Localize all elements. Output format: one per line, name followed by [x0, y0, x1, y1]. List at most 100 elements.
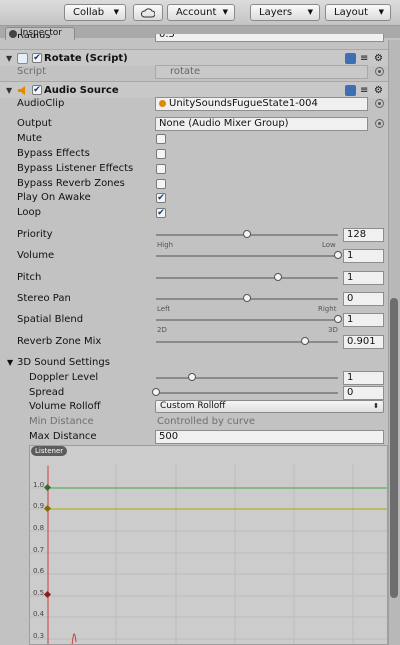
- volume-rolloff-dropdown[interactable]: Custom Rolloff ⬍: [155, 400, 384, 413]
- play-on-awake-checkbox[interactable]: ✔: [156, 193, 166, 203]
- collab-label: Collab: [73, 7, 105, 18]
- output-field[interactable]: None (Audio Mixer Group): [155, 117, 368, 131]
- doppler-row: Doppler Level 1: [0, 370, 388, 385]
- play-on-awake-row: Play On Awake ✔: [0, 190, 388, 205]
- layout-dropdown[interactable]: Layout ▼: [325, 4, 391, 21]
- y-tick-label: 0.5: [33, 589, 45, 597]
- foldout-arrow-icon[interactable]: ▼: [7, 355, 13, 370]
- radius-row: Radius 0.5: [0, 34, 388, 44]
- volume-field[interactable]: 1: [343, 249, 384, 263]
- bypass-reverb-label: Bypass Reverb Zones: [17, 178, 125, 189]
- bypass-listener-checkbox[interactable]: [156, 164, 166, 174]
- chevron-down-icon: ▼: [378, 8, 384, 16]
- account-dropdown[interactable]: Account ▼: [167, 4, 235, 21]
- object-picker-icon[interactable]: [375, 99, 384, 108]
- spread-slider[interactable]: [156, 392, 338, 394]
- object-picker-icon[interactable]: [375, 67, 384, 76]
- layers-dropdown[interactable]: Layers ▼: [250, 4, 320, 21]
- stereo-pan-slider-knob[interactable]: [243, 294, 251, 302]
- priority-slider-knob[interactable]: [243, 230, 251, 238]
- mute-checkbox[interactable]: [156, 134, 166, 144]
- radius-label: Radius: [17, 34, 51, 41]
- output-label: Output: [17, 118, 52, 129]
- script-value: rotate: [170, 66, 201, 77]
- listener-legend: Listener: [31, 446, 68, 456]
- spatial-blend-slider-knob[interactable]: [334, 315, 342, 323]
- max-distance-row: Max Distance 500: [0, 429, 388, 444]
- audioclip-label: AudioClip: [17, 98, 65, 109]
- main-toolbar: Collab ▼ Account ▼ Layers ▼ Layout ▼: [0, 0, 400, 26]
- cloud-button[interactable]: [133, 4, 163, 21]
- y-tick-label: 0.8: [33, 524, 45, 532]
- y-tick-label: 1.0: [33, 481, 45, 489]
- chevron-updown-icon: ⬍: [373, 402, 379, 410]
- pitch-slider[interactable]: [156, 277, 338, 279]
- scrollbar-thumb[interactable]: [390, 298, 398, 598]
- speaker-icon: [18, 86, 25, 95]
- reverb-zone-mix-slider-knob[interactable]: [301, 337, 310, 345]
- bypass-reverb-checkbox[interactable]: [156, 179, 166, 189]
- reverb-zone-mix-row: Reverb Zone Mix 0.901: [0, 334, 388, 349]
- spatial-blend-field[interactable]: 1: [343, 313, 384, 327]
- max-distance-label: Max Distance: [29, 431, 97, 442]
- spread-slider-knob[interactable]: [152, 388, 160, 396]
- layout-label: Layout: [334, 7, 368, 18]
- bypass-listener-row: Bypass Listener Effects: [0, 161, 388, 176]
- sound3d-foldout[interactable]: ▼ 3D Sound Settings: [0, 355, 388, 370]
- script-icon: [17, 53, 28, 64]
- rolloff-curve-graph[interactable]: [29, 445, 388, 645]
- account-label: Account: [176, 7, 217, 18]
- volume-row: Volume 1: [0, 248, 388, 263]
- min-distance-row: Min Distance Controlled by curve: [0, 414, 388, 429]
- audio-source-enabled-checkbox[interactable]: ✔: [32, 85, 42, 95]
- inspector-scrollbar[interactable]: [388, 40, 400, 645]
- loop-label: Loop: [17, 207, 41, 218]
- pitch-slider-knob[interactable]: [273, 273, 282, 281]
- bypass-listener-label: Bypass Listener Effects: [17, 163, 134, 174]
- bypass-effects-checkbox[interactable]: [156, 149, 166, 159]
- help-icon[interactable]: [345, 85, 356, 96]
- stereo-pan-label: Stereo Pan: [17, 293, 71, 304]
- reverb-zone-mix-slider[interactable]: [156, 341, 338, 343]
- loop-row: Loop ✔: [0, 205, 388, 220]
- audio-clip-icon: [159, 100, 166, 107]
- spatial-blend-slider[interactable]: [156, 319, 338, 321]
- play-on-awake-label: Play On Awake: [17, 192, 91, 203]
- curve-key-yellow: [43, 504, 52, 513]
- help-icon[interactable]: [345, 53, 356, 64]
- spatial-blend-label: Spatial Blend: [17, 314, 84, 325]
- radius-field[interactable]: 0.5: [155, 34, 384, 42]
- doppler-field[interactable]: 1: [343, 371, 384, 385]
- mute-row: Mute: [0, 131, 388, 146]
- min-distance-value: Controlled by curve: [157, 416, 256, 427]
- loop-checkbox[interactable]: ✔: [156, 208, 166, 218]
- collab-dropdown[interactable]: Collab ▼: [64, 4, 126, 21]
- y-tick-label: 0.3: [33, 632, 45, 640]
- priority-field[interactable]: 128: [343, 228, 384, 242]
- pitch-field[interactable]: 1: [343, 271, 384, 285]
- layers-label: Layers: [259, 7, 293, 18]
- audioclip-row: AudioClip UnitySoundsFugueState1-004: [0, 96, 388, 111]
- audioclip-field[interactable]: UnitySoundsFugueState1-004: [155, 97, 368, 111]
- max-distance-field[interactable]: 500: [155, 430, 384, 444]
- object-picker-icon[interactable]: [375, 119, 384, 128]
- volume-slider-knob[interactable]: [334, 251, 342, 259]
- graph-gridlines: [30, 464, 387, 644]
- bypass-effects-label: Bypass Effects: [17, 148, 90, 159]
- rolloff-curve-canvas: [30, 464, 387, 644]
- stereo-pan-field[interactable]: 0: [343, 292, 384, 306]
- doppler-slider[interactable]: [156, 377, 338, 379]
- audioclip-value: UnitySoundsFugueState1-004: [169, 98, 318, 109]
- volume-slider[interactable]: [156, 255, 338, 257]
- rotate-enabled-checkbox[interactable]: ✔: [32, 53, 42, 63]
- spread-field[interactable]: 0: [343, 386, 384, 400]
- priority-label: Priority: [17, 229, 53, 240]
- doppler-label: Doppler Level: [29, 372, 99, 383]
- pitch-label: Pitch: [17, 272, 42, 283]
- script-field: rotate: [155, 65, 368, 79]
- curve-key-green: [43, 483, 52, 492]
- chevron-down-icon: ▼: [113, 8, 119, 16]
- spread-label: Spread: [29, 387, 65, 398]
- reverb-zone-mix-field[interactable]: 0.901: [343, 335, 384, 349]
- doppler-slider-knob[interactable]: [188, 373, 197, 381]
